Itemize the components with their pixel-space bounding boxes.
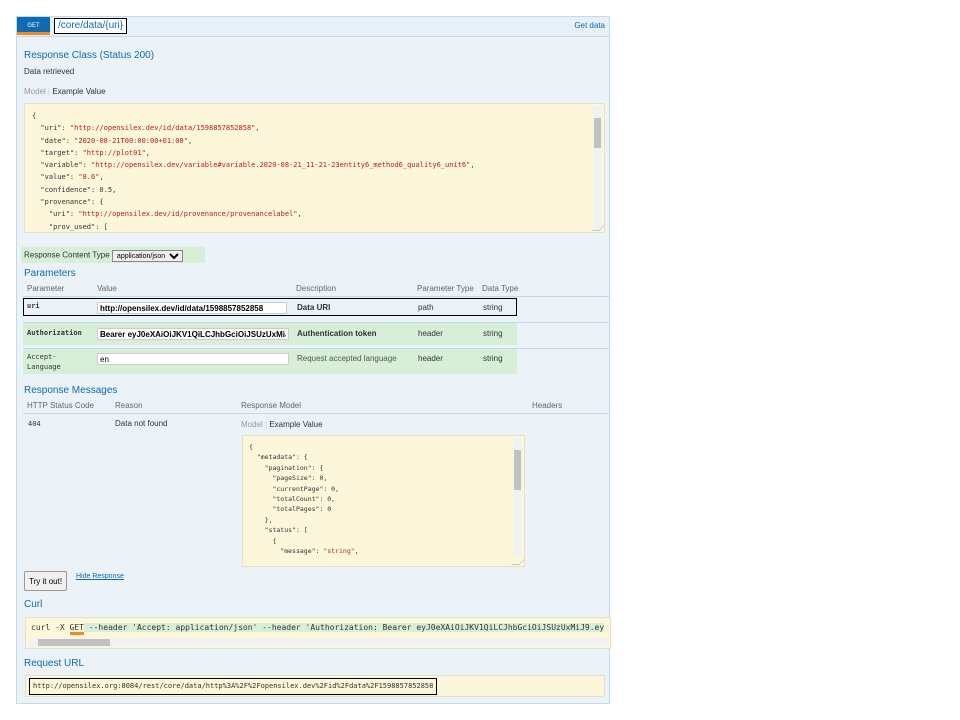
json-line: "message": "string", — [249, 547, 359, 556]
json-code: { "uri": "http://opensilex.dev/id/data/1… — [32, 110, 475, 232]
json-line: "pageSize": 0, — [249, 474, 328, 483]
content-type-label: Response Content Type — [24, 250, 110, 260]
curl-headers: --header 'Accept: application/json' --he… — [83, 623, 605, 632]
json-line: { — [249, 536, 277, 545]
response-class-example[interactable]: { "uri": "http://opensilex.dev/id/data/1… — [24, 103, 605, 233]
response-model-example[interactable]: { "metadata": { "pagination": { "pageSiz… — [242, 435, 525, 567]
authorization-input[interactable] — [97, 328, 289, 340]
tab-model[interactable]: Model — [24, 87, 46, 96]
response-content-type: Response Content Type application/json — [21, 247, 205, 263]
json-line: "pagination": { — [249, 463, 324, 472]
col-value: Value — [97, 284, 117, 293]
curl-method: GET — [69, 623, 84, 635]
endpoint-panel: GET /core/data/{uri} Get data Response C… — [16, 16, 611, 704]
param-data-type: string — [483, 303, 503, 312]
response-class-tabs: Model | Example Value — [24, 87, 106, 96]
table-divider — [23, 296, 609, 297]
endpoint-summary[interactable]: Get data — [574, 21, 605, 30]
col-parameter-type: Parameter Type — [417, 284, 474, 293]
request-url-title: Request URL — [24, 658, 85, 669]
col-headers: Headers — [532, 401, 563, 410]
param-name: uri — [27, 302, 40, 310]
parameters-title: Parameters — [24, 268, 76, 279]
json-line: "target": "http://plot01", — [32, 148, 151, 157]
json-line: "variable": "http://opensilex.dev/variab… — [32, 161, 475, 170]
json-line: "totalCount": 0, — [249, 495, 336, 504]
json-line: "value": "8.6", — [32, 173, 104, 182]
response-class-title: Response Class (Status 200) — [24, 50, 155, 61]
json-line: "provenance": { — [32, 198, 104, 207]
param-type: path — [418, 303, 434, 312]
scrollbar-thumb[interactable] — [594, 118, 601, 148]
param-type: header — [418, 329, 443, 338]
param-description: Authentication token — [297, 329, 377, 338]
param-name: Accept-Language — [27, 353, 61, 371]
json-line: { — [249, 443, 253, 451]
json-line: "metadata": { — [249, 453, 308, 462]
curl-prefix: curl -X — [31, 623, 70, 632]
col-response-model: Response Model — [241, 401, 302, 410]
request-url-box: http://opensilex.org:8084/rest/core/data… — [25, 675, 605, 697]
uri-input[interactable] — [97, 302, 287, 314]
col-data-type: Data Type — [482, 284, 519, 293]
json-line: { — [32, 112, 37, 120]
vertical-scrollbar[interactable] — [593, 106, 602, 230]
param-row-authorization: Authorization Authentication token heade… — [23, 323, 517, 345]
param-type: header — [418, 354, 443, 363]
json-line: "prov_used": [ — [32, 222, 108, 231]
tab-example-value[interactable]: Example Value — [52, 87, 105, 96]
tab-model[interactable]: Model — [241, 420, 263, 429]
param-row-uri: uri Data URI path string — [23, 298, 517, 316]
json-line: "status": [ — [249, 526, 308, 535]
json-line: "totalPages": 0 — [249, 505, 332, 514]
endpoint-header[interactable]: GET /core/data/{uri} Get data — [17, 17, 609, 37]
curl-auth-header: --header 'Authorization: Bearer eyJ0eXAi… — [262, 623, 605, 632]
response-messages-title: Response Messages — [24, 385, 118, 396]
json-line: }, — [249, 515, 273, 524]
status-reason: Data not found — [115, 419, 168, 428]
request-url-value[interactable]: http://opensilex.org:8084/rest/core/data… — [29, 678, 438, 695]
content-type-select[interactable]: application/json — [111, 250, 183, 262]
scrollbar-thumb[interactable] — [514, 450, 521, 490]
http-method-badge[interactable]: GET — [17, 17, 50, 35]
vertical-scrollbar[interactable] — [513, 438, 522, 556]
param-name: Authorization — [27, 329, 82, 337]
col-parameter: Parameter — [27, 284, 65, 293]
response-model-tabs: Model | Example Value — [241, 420, 323, 429]
param-data-type: string — [483, 329, 503, 338]
scrollbar-thumb[interactable] — [38, 639, 110, 646]
json-line: "date": "2020-08-21T00:00:00+01:00", — [32, 136, 193, 145]
json-line: "uri": "http://opensilex.dev/id/provenan… — [32, 210, 302, 219]
table-divider — [23, 413, 609, 414]
json-code: { "metadata": { "pagination": { "pageSiz… — [249, 442, 359, 556]
param-description: Data URI — [297, 303, 331, 312]
hide-response-link[interactable]: Hide Response — [76, 573, 124, 580]
curl-accept-header: --header 'Accept: application/json' — [83, 623, 263, 632]
param-row-accept-language: Accept-Language Request accepted languag… — [23, 349, 517, 374]
param-description: Request accepted language — [297, 354, 397, 363]
try-it-out-button[interactable]: Try it out! — [24, 571, 68, 591]
col-description: Description — [296, 284, 337, 293]
param-data-type: string — [483, 354, 503, 363]
json-line: "uri": "http://opensilex.dev/id/data/159… — [32, 124, 260, 133]
status-code: 404 — [28, 420, 41, 428]
tab-example-value[interactable]: Example Value — [269, 420, 322, 429]
curl-title: Curl — [24, 599, 43, 610]
response-class-description: Data retrieved — [24, 67, 75, 76]
horizontal-scrollbar[interactable] — [28, 638, 608, 647]
json-line: "currentPage": 0, — [249, 484, 340, 493]
json-line: "confidence": 0.5, — [32, 185, 117, 194]
curl-box[interactable]: curl -X GET --header 'Accept: applicatio… — [25, 617, 611, 649]
endpoint-path[interactable]: /core/data/{uri} — [54, 18, 128, 34]
col-http-status-code: HTTP Status Code — [27, 401, 94, 410]
resize-handle-icon[interactable] — [511, 557, 524, 565]
accept-language-input[interactable] — [97, 353, 289, 365]
col-reason: Reason — [115, 401, 143, 410]
curl-command: curl -X GET --header 'Accept: applicatio… — [31, 623, 605, 635]
